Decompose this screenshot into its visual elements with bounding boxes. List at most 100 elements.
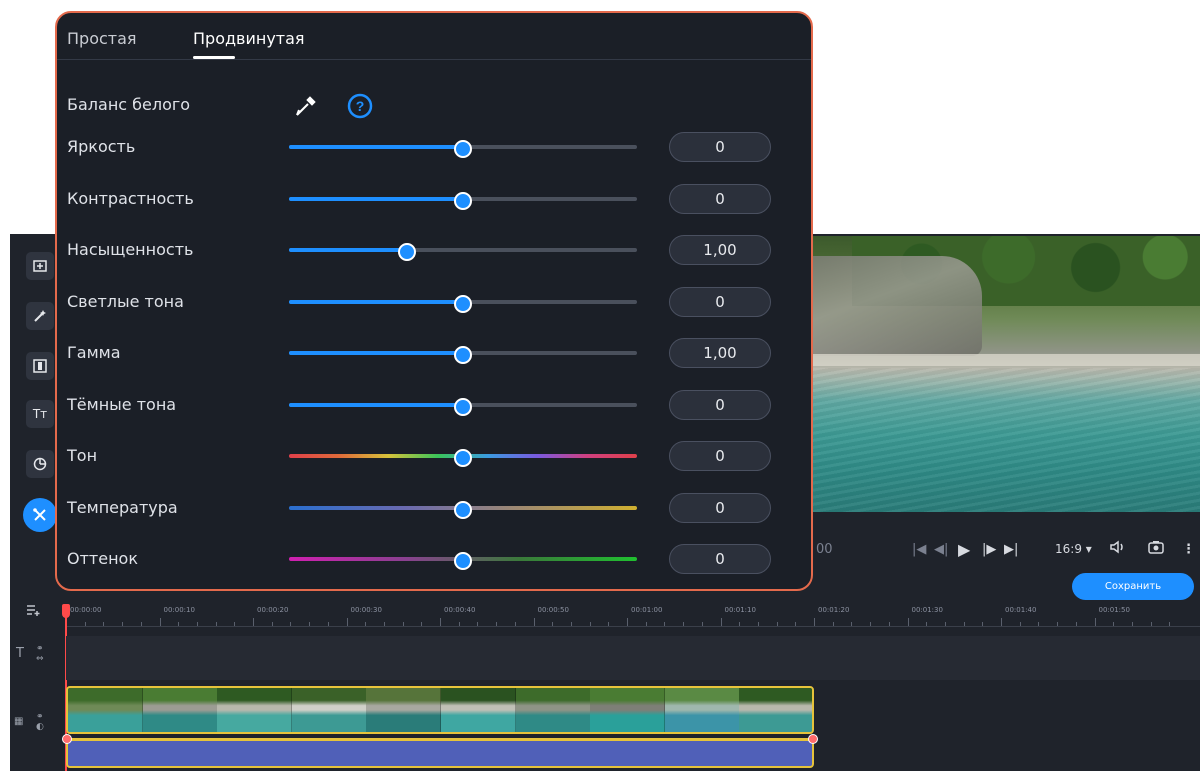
video-preview bbox=[812, 236, 1200, 512]
audio-fade-out-handle[interactable] bbox=[808, 734, 818, 744]
temperature-label: Температура bbox=[67, 497, 178, 517]
timeline-tick bbox=[327, 622, 329, 626]
tools-icon[interactable] bbox=[23, 498, 57, 532]
aspect-ratio-select[interactable]: 16:9 ▾ bbox=[1055, 542, 1092, 556]
video-track-icon: ▦ bbox=[14, 716, 24, 727]
timeline-tick bbox=[570, 622, 572, 626]
timeline-tick-label: 00:00:00 bbox=[70, 606, 102, 614]
shadows-slider[interactable] bbox=[289, 397, 637, 416]
tab-advanced[interactable]: Продвинутая bbox=[193, 29, 305, 48]
skip-start-icon[interactable]: |◀ bbox=[912, 542, 926, 557]
timeline-tick bbox=[346, 618, 348, 626]
timeline-tick bbox=[1169, 622, 1171, 626]
timeline-tick-label: 00:00:10 bbox=[163, 606, 195, 614]
hue-slider[interactable] bbox=[289, 449, 637, 467]
import-icon[interactable] bbox=[26, 252, 54, 280]
gamma-value-field[interactable]: 1,00 bbox=[669, 338, 771, 368]
saturation-slider-handle[interactable] bbox=[398, 243, 417, 261]
clip-thumbnail bbox=[217, 688, 293, 732]
next-frame-icon[interactable]: |▶ bbox=[982, 542, 996, 557]
timeline-tick bbox=[1057, 622, 1059, 626]
timeline-tick bbox=[1001, 618, 1002, 626]
hue-label: Тон bbox=[67, 446, 98, 465]
timeline-tick bbox=[514, 622, 516, 626]
tint-slider[interactable] bbox=[289, 552, 637, 570]
temperature-slider[interactable] bbox=[289, 500, 637, 519]
highlights-value-field[interactable]: 0 bbox=[669, 286, 771, 317]
hue-value-field[interactable]: 0 bbox=[669, 441, 771, 471]
contrast-slider[interactable] bbox=[289, 191, 637, 210]
highlights-slider-handle[interactable] bbox=[454, 294, 472, 313]
video-track-controls[interactable]: ⚭ ◐ bbox=[36, 712, 44, 732]
tint-value-field[interactable]: 0 bbox=[669, 544, 771, 574]
timeline-tick bbox=[365, 622, 367, 626]
play-icon[interactable]: ▶ bbox=[958, 540, 970, 559]
snapshot-icon[interactable] bbox=[1148, 540, 1164, 558]
video-clip[interactable] bbox=[66, 686, 814, 734]
audio-volume-line[interactable] bbox=[68, 738, 814, 741]
temperature-slider-handle[interactable] bbox=[454, 500, 472, 519]
ruler-line bbox=[66, 626, 1200, 627]
timeline-tick bbox=[84, 622, 86, 626]
magic-wand-icon[interactable] bbox=[26, 302, 54, 330]
clip-thumbnail bbox=[515, 688, 591, 732]
text-track-icon: T bbox=[16, 646, 24, 661]
timeline-tick bbox=[458, 622, 460, 626]
highlights-slider[interactable] bbox=[289, 294, 637, 313]
contrast-slider-handle[interactable] bbox=[454, 191, 472, 210]
gamma-slider-handle[interactable] bbox=[454, 346, 472, 364]
saturation-slider[interactable] bbox=[289, 243, 637, 261]
volume-icon[interactable] bbox=[1110, 540, 1126, 558]
eyedropper-icon[interactable] bbox=[293, 93, 321, 121]
shadows-slider-handle[interactable] bbox=[454, 397, 472, 416]
shadows-value-field[interactable]: 0 bbox=[669, 389, 771, 420]
timeline-tick bbox=[851, 622, 853, 626]
brightness-slider[interactable] bbox=[289, 140, 637, 158]
more-icon[interactable]: ⋮ bbox=[1182, 542, 1195, 557]
stickers-icon[interactable] bbox=[26, 450, 54, 478]
timeline-tick-label: 00:00:20 bbox=[257, 606, 289, 614]
text-track[interactable] bbox=[66, 636, 1200, 680]
timeline-tick bbox=[103, 622, 105, 626]
timeline-tick bbox=[832, 622, 834, 626]
clip-thumbnail bbox=[739, 688, 812, 732]
timeline-tick bbox=[720, 618, 722, 626]
timeline-tick bbox=[683, 622, 685, 626]
tint-slider-handle[interactable] bbox=[454, 552, 472, 570]
text-track-controls[interactable]: ⚭ ⇔ bbox=[36, 644, 44, 664]
timeline-tick bbox=[271, 622, 273, 626]
clip-thumbnail bbox=[366, 688, 442, 732]
timeline-tick bbox=[196, 622, 198, 626]
timeline-tick bbox=[477, 622, 479, 626]
saturation-slider-fill bbox=[289, 248, 408, 252]
timeline-tick-label: 00:01:00 bbox=[631, 606, 663, 614]
clip-thumbnail bbox=[664, 688, 740, 732]
save-button[interactable]: Сохранить bbox=[1072, 573, 1194, 600]
timeline-tick bbox=[1075, 622, 1077, 626]
temperature-value-field[interactable]: 0 bbox=[669, 492, 771, 523]
help-icon[interactable]: ? bbox=[347, 93, 373, 119]
audio-clip[interactable] bbox=[62, 734, 818, 768]
add-track-icon[interactable] bbox=[26, 604, 40, 620]
transitions-icon[interactable] bbox=[26, 352, 54, 380]
timeline-tick bbox=[1113, 622, 1115, 626]
audio-fade-in-handle[interactable] bbox=[62, 734, 72, 744]
prev-frame-icon[interactable]: ◀| bbox=[934, 542, 948, 557]
hue-slider-handle[interactable] bbox=[454, 449, 472, 467]
brightness-slider-handle[interactable] bbox=[454, 140, 472, 158]
timeline-ruler[interactable]: 00:00:00 00:00:10 00:00:20 00:00:30 00:00:40… bbox=[66, 602, 1200, 632]
titles-icon[interactable]: Tт bbox=[26, 400, 54, 428]
skip-end-icon[interactable]: ▶| bbox=[1004, 542, 1018, 557]
saturation-value-field[interactable]: 1,00 bbox=[669, 235, 771, 265]
active-tab-indicator bbox=[193, 56, 235, 59]
highlights-label: Светлые тона bbox=[67, 291, 184, 311]
timeline-tick bbox=[907, 618, 909, 626]
brightness-value-field[interactable]: 0 bbox=[669, 132, 771, 162]
timeline-tick bbox=[290, 622, 292, 626]
tab-simple[interactable]: Простая bbox=[67, 29, 137, 48]
clip-thumbnail bbox=[142, 688, 218, 732]
timeline-tick bbox=[944, 622, 946, 626]
contrast-value-field[interactable]: 0 bbox=[669, 183, 771, 214]
gamma-slider[interactable] bbox=[289, 346, 637, 364]
preview-rock bbox=[812, 256, 982, 356]
